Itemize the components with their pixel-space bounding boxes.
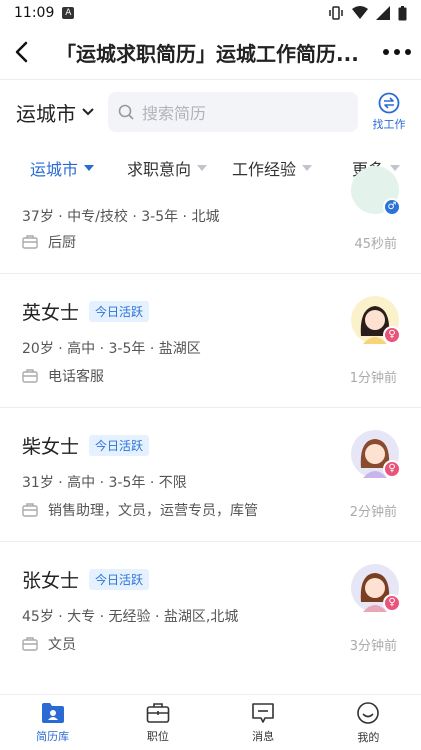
- job-intent-text: 文员: [48, 637, 76, 653]
- tab-label: 消息: [252, 729, 275, 743]
- candidate-meta: 37岁 · 中专/技校 · 3-5年 · 北城: [22, 209, 220, 225]
- briefcase-icon: [22, 235, 38, 249]
- avatar: ♀: [351, 430, 401, 478]
- switch-icon: [378, 92, 400, 114]
- switch-label: 找工作: [372, 118, 406, 131]
- candidate-meta: 20岁 · 高中 · 3-5年 · 盐湖区: [22, 341, 201, 357]
- more-dots-icon: [383, 49, 411, 55]
- job-intent: 文员: [22, 634, 76, 654]
- filter-label: 运城市: [30, 160, 79, 179]
- tab-jobs[interactable]: 职位: [105, 695, 210, 750]
- signal-icon: [376, 6, 390, 20]
- switch-to-job-button[interactable]: 找工作: [371, 92, 407, 132]
- job-intent: 电话客服: [22, 366, 104, 386]
- active-time: 2分钟前: [349, 505, 397, 520]
- candidate-name: 张女士: [22, 570, 80, 592]
- job-intent-text: 后厨: [48, 235, 76, 251]
- active-time: 45秒前: [354, 237, 397, 252]
- tab-label: 简历库: [36, 729, 70, 743]
- status-bar: 11:09 A: [0, 0, 421, 26]
- caret-down-icon: [302, 165, 313, 171]
- status-time: 11:09: [14, 5, 55, 21]
- active-time: 3分钟前: [349, 639, 397, 654]
- active-badge: 今日活跃: [89, 301, 150, 322]
- filter-city[interactable]: 运城市: [30, 156, 95, 180]
- caret-down-icon: [84, 165, 95, 171]
- chevron-down-icon: [82, 108, 94, 116]
- search-input[interactable]: 搜索简历: [108, 92, 358, 132]
- job-intent: 后厨: [22, 232, 76, 252]
- header-divider: [0, 79, 421, 80]
- smiley-icon: [357, 701, 380, 724]
- avatar: ♂: [351, 166, 401, 216]
- back-arrow-icon: [15, 41, 28, 63]
- female-icon: ♀: [383, 594, 401, 612]
- briefcase-icon: [22, 369, 38, 383]
- filter-experience[interactable]: 工作经验: [232, 156, 313, 180]
- filter-intent[interactable]: 求职意向: [127, 156, 208, 180]
- avatar: ♀: [351, 564, 401, 612]
- tab-profile[interactable]: 我的: [316, 695, 421, 750]
- caret-down-icon: [197, 165, 208, 171]
- resume-folder-icon: [41, 702, 64, 723]
- name-row: 英女士 今日活跃: [22, 298, 150, 325]
- search-row: 运城市 搜索简历: [0, 88, 421, 136]
- name-row: 张女士 今日活跃: [22, 566, 150, 593]
- city-label: 运城市: [16, 101, 76, 126]
- message-icon: [252, 702, 274, 723]
- tab-label: 职位: [146, 729, 169, 743]
- resume-card[interactable]: ♂ 37岁 · 中专/技校 · 3-5年 · 北城 后厨 45秒前: [0, 166, 421, 274]
- candidate-name: 英女士: [22, 302, 80, 324]
- page-title: 「运城求职简历」运城工作简历...: [56, 41, 359, 66]
- name-row: 柴女士 今日活跃: [22, 432, 150, 459]
- briefcase-icon: [146, 702, 170, 723]
- filter-label: 求职意向: [127, 160, 192, 179]
- active-badge: 今日活跃: [89, 569, 150, 590]
- job-intent-text: 销售助理，文员，运营专员，库管: [48, 503, 258, 519]
- job-intent-text: 电话客服: [48, 369, 104, 385]
- bottom-tab-bar: 简历库 职位 消息 我的: [0, 694, 421, 750]
- resume-card[interactable]: 英女士 今日活跃 20岁 · 高中 · 3-5年 · 盐湖区 电话客服 1分钟前…: [0, 274, 421, 408]
- avatar: ♀: [351, 296, 401, 344]
- resume-card[interactable]: 张女士 今日活跃 45岁 · 大专 · 无经验 · 盐湖区,北城 文员 3分钟前…: [0, 542, 421, 676]
- briefcase-icon: [22, 503, 38, 517]
- header: 「运城求职简历」运城工作简历...: [0, 26, 421, 78]
- tab-label: 我的: [357, 730, 380, 744]
- vibrate-icon: [329, 6, 343, 20]
- resume-card[interactable]: 柴女士 今日活跃 31岁 · 高中 · 3-5年 · 不限 销售助理，文员，运营…: [0, 408, 421, 542]
- active-badge: 今日活跃: [89, 435, 150, 456]
- candidate-meta: 45岁 · 大专 · 无经验 · 盐湖区,北城: [22, 609, 239, 625]
- job-intent: 销售助理，文员，运营专员，库管: [22, 500, 258, 520]
- search-icon: [118, 104, 134, 120]
- battery-icon: [398, 5, 407, 20]
- female-icon: ♀: [383, 460, 401, 478]
- city-selector[interactable]: 运城市: [16, 98, 94, 127]
- tab-resume-library[interactable]: 简历库: [0, 695, 105, 750]
- active-time: 1分钟前: [349, 371, 397, 386]
- candidate-name: 柴女士: [22, 436, 80, 458]
- female-icon: ♀: [383, 326, 401, 344]
- caret-down-icon: [390, 165, 401, 171]
- filter-label: 工作经验: [232, 160, 297, 179]
- more-button[interactable]: [373, 26, 421, 78]
- search-placeholder: 搜索简历: [142, 104, 207, 123]
- male-icon: ♂: [383, 198, 401, 216]
- candidate-meta: 31岁 · 高中 · 3-5年 · 不限: [22, 475, 187, 491]
- tab-messages[interactable]: 消息: [211, 695, 316, 750]
- notification-icon: A: [62, 7, 75, 19]
- wifi-icon: [352, 6, 368, 19]
- back-button[interactable]: [0, 26, 42, 78]
- briefcase-icon: [22, 637, 38, 651]
